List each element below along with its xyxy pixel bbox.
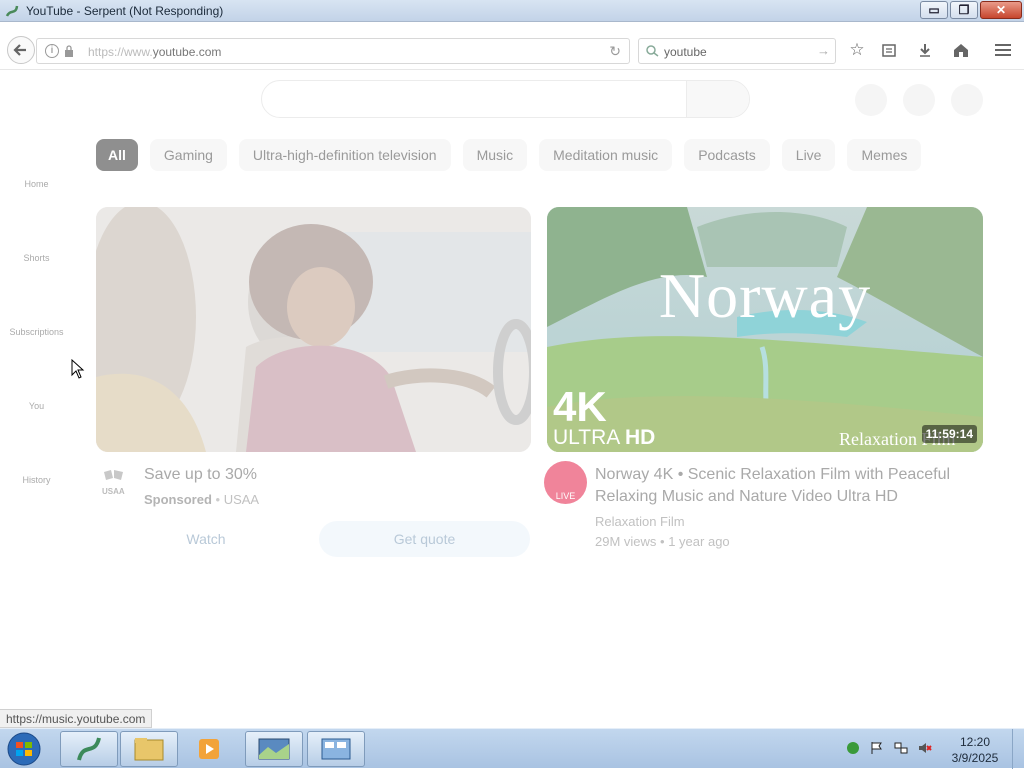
chip-memes[interactable]: Memes xyxy=(847,139,922,171)
youtube-search-box[interactable] xyxy=(261,80,750,118)
sidebar-item-subscriptions[interactable]: Subscriptions xyxy=(0,327,73,337)
ad-sponsored-label: Sponsored xyxy=(144,492,212,507)
show-desktop-button[interactable] xyxy=(1012,729,1024,769)
create-icon[interactable] xyxy=(855,84,887,116)
live-label: LIVE xyxy=(555,491,576,501)
back-button[interactable] xyxy=(7,36,35,64)
clock-date: 3/9/2025 xyxy=(951,751,999,765)
taskbar-control-panel-icon[interactable] xyxy=(307,731,365,767)
thumb-ultra-hd-badge: ULTRA HD xyxy=(553,426,656,449)
category-chips: All Gaming Ultra-high-definition televis… xyxy=(96,139,922,171)
taskbar-clock[interactable]: 12:20 3/9/2025 xyxy=(940,734,1010,766)
video-duration-badge: 11:59:14 xyxy=(921,425,977,443)
go-arrow-icon[interactable]: → xyxy=(817,43,830,58)
bookmark-star-icon[interactable]: ☆ xyxy=(847,40,867,60)
get-quote-button[interactable]: Get quote xyxy=(319,521,530,557)
video-title-line2[interactable]: Relaxing Music and Nature Video Ultra HD xyxy=(595,486,898,508)
chip-gaming[interactable]: Gaming xyxy=(149,139,227,171)
search-input[interactable]: youtube xyxy=(664,45,707,59)
reload-icon[interactable]: ↻ xyxy=(609,43,621,60)
video-title-line1[interactable]: Norway 4K • Scenic Relaxation Film with … xyxy=(595,464,950,486)
chip-uhd-television[interactable]: Ultra-high-definition television xyxy=(238,139,451,171)
action-center-flag-icon[interactable] xyxy=(870,741,884,755)
ad-advertiser: USAA xyxy=(223,492,260,507)
video-thumbnail[interactable]: Norway 4K ULTRA HD Relaxation Film 11:59… xyxy=(547,207,983,452)
close-button[interactable]: ✕ xyxy=(980,1,1022,19)
taskbar: 12:20 3/9/2025 xyxy=(0,728,1024,769)
watch-button[interactable]: Watch xyxy=(96,521,316,557)
download-icon[interactable] xyxy=(915,40,935,60)
window-title: YouTube - Serpent (Not Responding) xyxy=(26,4,224,18)
home-icon[interactable] xyxy=(951,40,971,60)
minimize-button[interactable]: ▭ xyxy=(920,1,948,19)
video-views: 29M views xyxy=(595,534,657,549)
network-icon[interactable] xyxy=(894,741,908,755)
sidebar-item-you[interactable]: You xyxy=(0,401,73,411)
taskbar-explorer-icon[interactable] xyxy=(120,731,178,767)
sidebar-item-shorts[interactable]: Shorts xyxy=(0,253,73,263)
avatar[interactable] xyxy=(951,84,983,116)
start-button[interactable] xyxy=(4,731,48,767)
ad-title[interactable]: Save up to 30% xyxy=(144,464,257,486)
url-bar[interactable]: i https://www.youtube.com ↻ xyxy=(36,38,630,64)
security-icon[interactable] xyxy=(846,741,860,755)
search-engine-icon xyxy=(646,45,659,57)
reading-list-icon[interactable] xyxy=(879,40,899,60)
chip-podcasts[interactable]: Podcasts xyxy=(684,139,770,171)
chip-all[interactable]: All xyxy=(96,139,138,171)
close-icon: ✕ xyxy=(995,3,1007,17)
chip-live[interactable]: Live xyxy=(781,139,836,171)
taskbar-media-player-icon[interactable] xyxy=(180,731,238,767)
clock-time: 12:20 xyxy=(959,735,991,749)
serpent-app-icon xyxy=(5,5,19,17)
volume-muted-icon[interactable] xyxy=(918,741,932,755)
taskbar-image-viewer-icon[interactable] xyxy=(245,731,303,767)
ad-thumbnail[interactable] xyxy=(96,207,531,452)
usaa-logo-text: USAA xyxy=(102,487,125,496)
youtube-search-button[interactable] xyxy=(687,81,749,117)
system-tray xyxy=(846,741,932,755)
thumb-4k-badge: 4K xyxy=(553,383,607,430)
back-arrow-icon xyxy=(13,44,26,56)
search-bar[interactable]: youtube → xyxy=(638,38,836,64)
browser-toolbar: i https://www.youtube.com ↻ youtube → ☆ xyxy=(0,30,1024,70)
channel-avatar[interactable]: LIVE xyxy=(544,461,587,504)
video-age: 1 year ago xyxy=(668,534,730,549)
thumb-norway-title: Norway xyxy=(658,260,872,331)
restore-icon: ❐ xyxy=(958,3,970,17)
sidebar-item-home[interactable]: Home xyxy=(0,179,73,189)
url-text[interactable]: https://www.youtube.com xyxy=(88,45,221,59)
minimize-icon: ▭ xyxy=(928,3,940,17)
chip-meditation-music[interactable]: Meditation music xyxy=(539,139,673,171)
lock-icon xyxy=(65,45,73,57)
info-icon[interactable]: i xyxy=(45,44,59,58)
window-titlebar: YouTube - Serpent (Not Responding) ▭ ❐ ✕ xyxy=(0,0,1024,22)
status-url: https://music.youtube.com xyxy=(0,709,153,728)
video-channel-name[interactable]: Relaxation Film xyxy=(595,514,685,529)
restore-button[interactable]: ❐ xyxy=(950,1,978,19)
ad-photo-illustration xyxy=(96,207,531,452)
menu-icon[interactable] xyxy=(993,40,1013,60)
chip-music[interactable]: Music xyxy=(462,139,528,171)
taskbar-serpent-icon[interactable] xyxy=(60,731,118,767)
notifications-icon[interactable] xyxy=(903,84,935,116)
sidebar-item-history[interactable]: History xyxy=(0,475,73,485)
mouse-cursor-icon xyxy=(71,359,85,379)
